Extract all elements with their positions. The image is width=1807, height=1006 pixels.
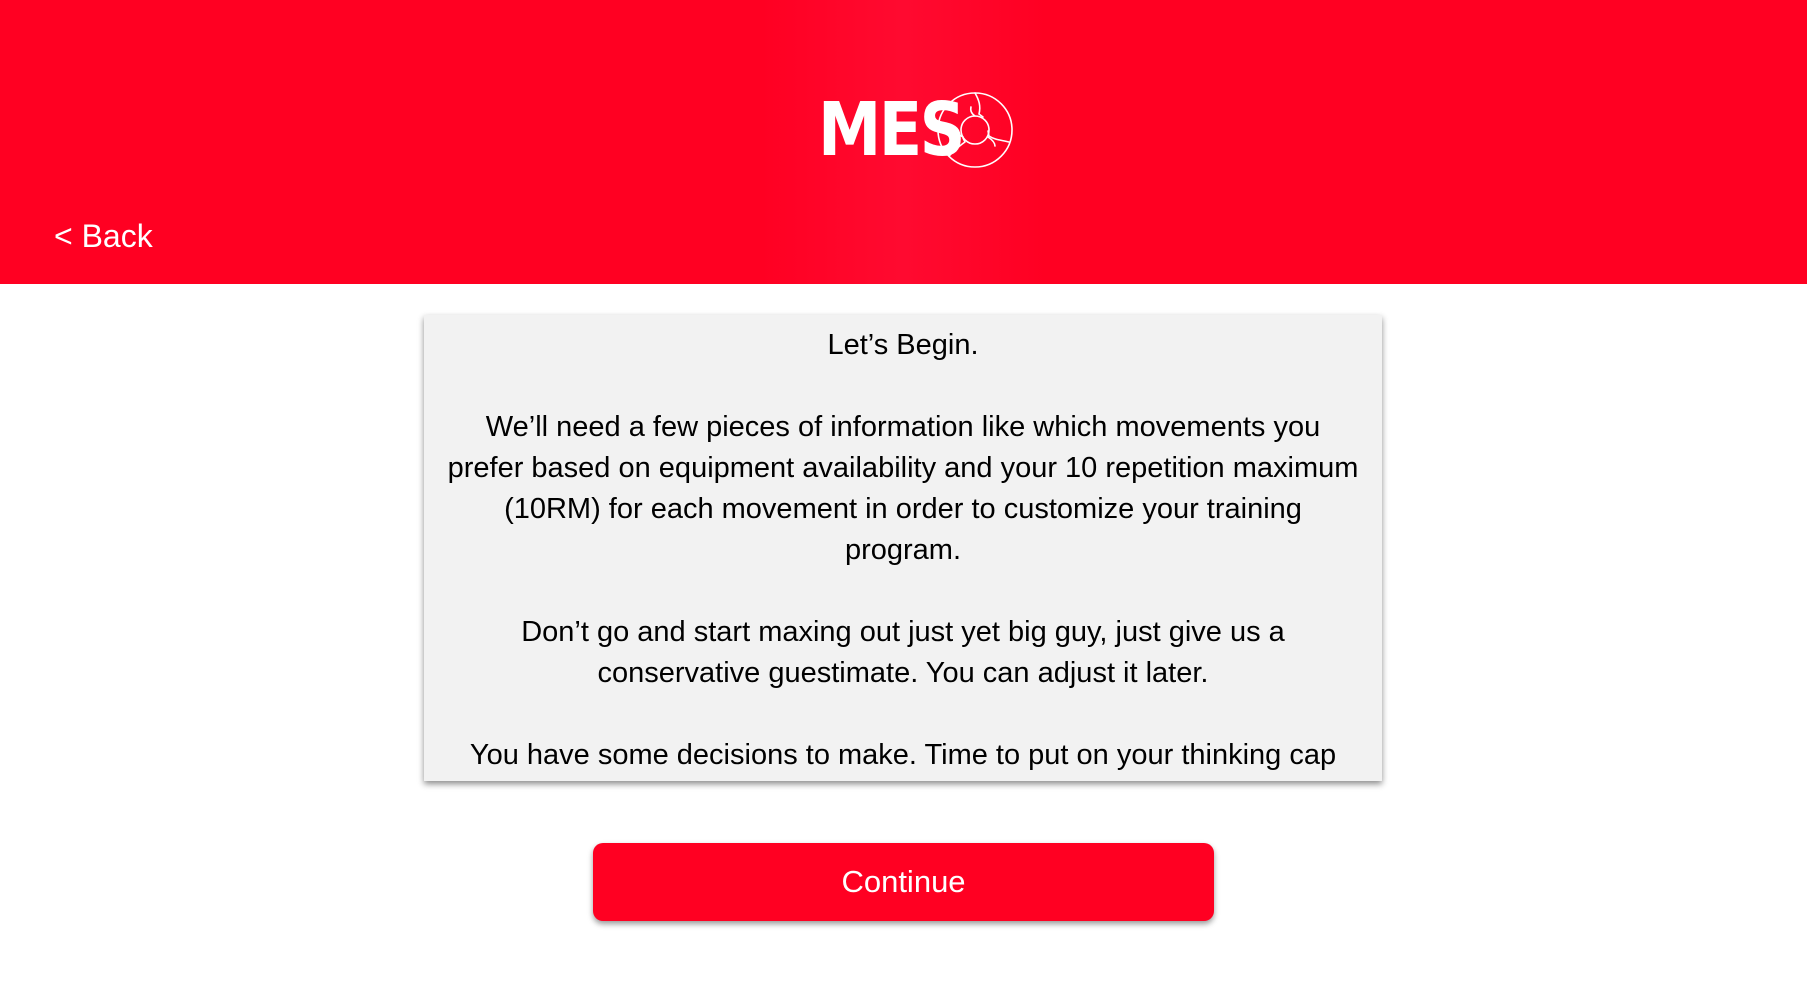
continue-button[interactable]: Continue: [593, 843, 1214, 921]
card-paragraph-guestimate: Don’t go and start maxing out just yet b…: [521, 616, 1285, 689]
logo-wordmark: MES: [818, 87, 965, 173]
app-logo: MES: [818, 90, 1015, 170]
app-header: MES < Back: [0, 0, 1807, 284]
card-paragraph-decisions: You have some decisions to make. Time to…: [469, 739, 1337, 771]
card-heading: Let’s Begin.: [827, 329, 979, 361]
back-link[interactable]: < Back: [54, 216, 153, 256]
intro-info-card: Let’s Begin. We’ll need a few pieces of …: [424, 315, 1382, 781]
card-paragraph-requirements: We’ll need a few pieces of information l…: [447, 411, 1359, 566]
